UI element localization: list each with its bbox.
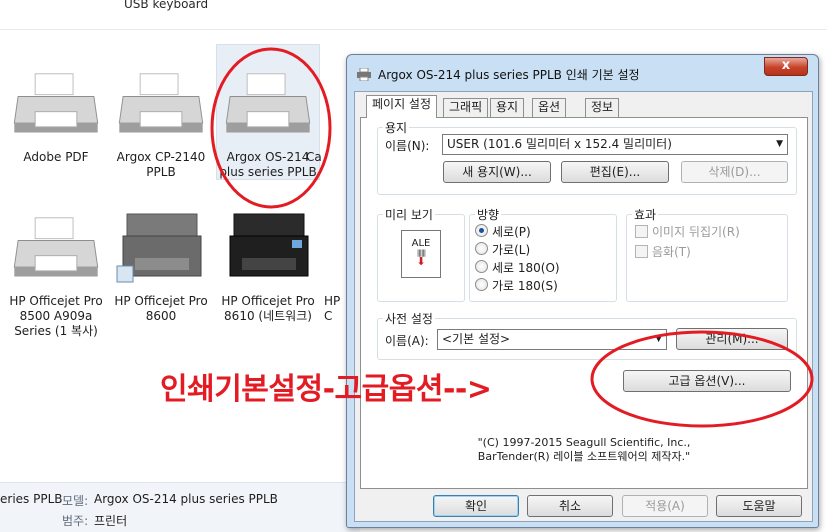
apply-button[interactable]: 적용(A) (622, 495, 708, 517)
device-hp-8600[interactable]: HP Officejet Pro 8600 (107, 210, 215, 324)
tab-page-setup[interactable]: 페이지 설정 (366, 95, 438, 118)
preset-name-value: <기본 설정> (442, 332, 511, 346)
paper-group-label: 용지 (383, 119, 410, 136)
flip-image-checkbox[interactable] (635, 225, 648, 238)
radio-portrait[interactable] (475, 224, 488, 237)
device-label: Ca (306, 150, 322, 164)
device-label: HP Officejet Pro 8600 (114, 294, 208, 323)
preset-group-label: 사전 설정 (383, 310, 435, 327)
paper-name-value: USER (101.6 밀리미터 x 152.4 밀리미터) (447, 137, 672, 151)
category-value: 프린터 (94, 514, 128, 528)
device-label: Adobe PDF (23, 150, 89, 164)
copyright-text: "(C) 1997-2015 Seagull Scientific, Inc.,… (361, 436, 807, 464)
dialog-client: 페이지 설정 그래픽 용지 옵션 정보 용지 이름(N): USER (101.… (354, 91, 813, 522)
delete-paper-button[interactable]: 삭제(D)... (681, 161, 788, 183)
paper-name-label: 이름(N): (385, 139, 430, 153)
preview-text: ALE (411, 238, 431, 249)
model-value: Argox OS-214 plus series PPLB (94, 492, 278, 506)
paper-name-select[interactable]: USER (101.6 밀리미터 x 152.4 밀리미터) ▼ (442, 134, 788, 155)
chevron-down-icon: ▼ (776, 139, 783, 149)
printer-icon (13, 217, 99, 277)
cancel-button[interactable]: 취소 (527, 495, 613, 517)
device-adobe-pdf[interactable]: Adobe PDF (2, 70, 110, 165)
device-canon-partial[interactable]: Ca (306, 70, 350, 165)
radio-landscape-180[interactable] (475, 278, 488, 291)
device-label: HP C (324, 294, 341, 323)
details-device-name: eries PPLB (0, 492, 63, 506)
page-setup-pane: 용지 이름(N): USER (101.6 밀리미터 x 152.4 밀리미터)… (360, 117, 808, 489)
chevron-down-icon: ▼ (655, 334, 662, 344)
preset-name-label: 이름(A): (385, 334, 429, 348)
device-label: HP Officejet Pro 8500 A909a Series (1 복사… (9, 294, 103, 338)
portrait-180-label: 세로 180(O) (492, 261, 560, 275)
help-button[interactable]: 도움말 (716, 495, 802, 517)
printer-icon (13, 73, 99, 133)
print-preferences-dialog: Argox OS-214 plus series PPLB 인쇄 기본 설정 x… (346, 54, 819, 528)
tab-options[interactable]: 옵션 (532, 98, 567, 117)
copyright-line-2: BarTender(R) 레이블 소프트웨어의 제작자." (477, 450, 691, 463)
model-label: 모델: (62, 494, 89, 508)
arrow-down-icon: ⬇ (416, 255, 426, 268)
device-label: Argox CP-2140 PPLB (116, 150, 206, 179)
device-hp-8610[interactable]: HP Officejet Pro 8610 (네트워크) (214, 210, 322, 324)
radio-landscape[interactable] (475, 242, 488, 255)
device-hp-8500[interactable]: HP Officejet Pro 8500 A909a Series (1 복사… (2, 214, 110, 339)
orientation-group-label: 방향 (475, 206, 502, 223)
tab-about[interactable]: 정보 (585, 98, 620, 117)
ok-button[interactable]: 확인 (433, 495, 519, 517)
negative-checkbox[interactable] (635, 245, 648, 258)
edit-paper-button[interactable]: 편집(E)... (561, 161, 669, 183)
copyright-line-1: "(C) 1997-2015 Seagull Scientific, Inc., (477, 436, 691, 449)
flip-image-label: 이미지 뒤집기(R) (652, 225, 740, 239)
preview-group-label: 미리 보기 (383, 206, 435, 223)
dialog-titlebar[interactable]: Argox OS-214 plus series PPLB 인쇄 기본 설정 x (347, 55, 818, 91)
effects-group-label: 효과 (632, 206, 659, 223)
printer-icon (357, 68, 371, 81)
page-preview: ALE |||||| ⬇ (401, 230, 441, 278)
device-argox-cp2140[interactable]: Argox CP-2140 PPLB (107, 70, 215, 180)
annotation-text: 인쇄기본설정-고급옵션--> (160, 372, 492, 407)
multifunction-printer-icon (229, 213, 309, 277)
tab-graphics[interactable]: 그래픽 (443, 98, 489, 117)
device-label: HP Officejet Pro 8610 (네트워크) (221, 294, 315, 323)
details-pane: eries PPLB 모델: Argox OS-214 plus series … (0, 482, 360, 532)
landscape-180-label: 가로 180(S) (492, 279, 558, 293)
advanced-options-button[interactable]: 고급 옵션(V)... (623, 370, 791, 392)
new-paper-button[interactable]: 새 용지(W)... (443, 161, 551, 183)
preset-name-select[interactable]: <기본 설정> ▼ (437, 329, 667, 350)
negative-label: 음화(T) (652, 245, 691, 259)
multifunction-printer-icon (116, 213, 202, 283)
usb-keyboard-label: USB keyboard (124, 0, 209, 11)
close-button[interactable]: x (764, 57, 808, 76)
device-hp-partial[interactable]: HP C (324, 210, 348, 324)
printer-icon (118, 73, 204, 133)
radio-portrait-180[interactable] (475, 260, 488, 273)
manage-presets-button[interactable]: 관리(M)... (676, 328, 788, 350)
portrait-label: 세로(P) (492, 225, 531, 239)
category-label: 범주: (62, 514, 89, 528)
landscape-label: 가로(L) (492, 243, 531, 257)
tab-paper[interactable]: 용지 (490, 98, 525, 117)
dialog-title: Argox OS-214 plus series PPLB 인쇄 기본 설정 (378, 68, 640, 82)
printer-icon (225, 73, 311, 133)
